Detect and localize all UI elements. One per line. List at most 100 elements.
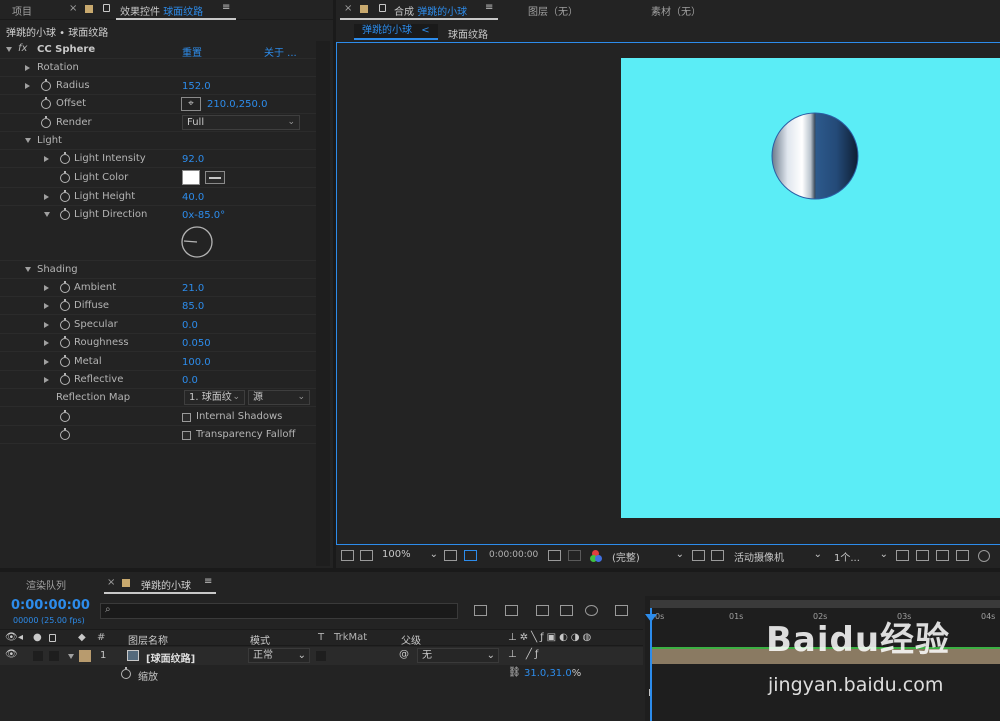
prop-specular[interactable]: Specular 0.0 [0, 316, 316, 334]
constrain-proportions-icon[interactable]: ⛓ [508, 667, 521, 678]
collapse-triangle-icon[interactable] [25, 267, 31, 272]
prop-reflective[interactable]: Reflective 0.0 [0, 371, 316, 389]
expand-triangle-icon[interactable] [44, 322, 49, 328]
collapse-triangle-icon[interactable] [25, 138, 31, 143]
prop-radius[interactable]: Radius 152.0 [0, 77, 316, 95]
tab-project[interactable]: 项目 [12, 3, 32, 18]
stopwatch-icon[interactable] [60, 299, 70, 311]
show-snapshot-icon[interactable] [568, 550, 581, 561]
camera-icon[interactable] [548, 550, 561, 561]
expand-triangle-icon[interactable] [44, 194, 49, 200]
prop-light-direction[interactable]: Light Direction 0x-85.0° [0, 206, 316, 261]
fast-preview-icon[interactable] [692, 550, 705, 561]
panel-menu-icon[interactable]: ≡ [204, 576, 212, 587]
pickwhip-icon[interactable]: @ [399, 649, 409, 660]
frame-blending-icon[interactable] [560, 605, 573, 616]
reset-link[interactable]: 重置 [182, 44, 202, 59]
metal-value[interactable]: 100.0 [182, 357, 211, 368]
prop-light-height[interactable]: Light Height 40.0 [0, 188, 316, 206]
stopwatch-icon[interactable] [60, 171, 70, 183]
preserve-transparency-toggle[interactable] [316, 651, 326, 661]
light-color-swatch[interactable] [182, 170, 200, 185]
comp-canvas[interactable] [621, 58, 1000, 518]
specular-value[interactable]: 0.0 [182, 320, 198, 331]
comp-viewer[interactable] [336, 42, 1000, 545]
fast-draft-icon[interactable] [916, 550, 929, 561]
close-icon[interactable]: × [344, 3, 352, 14]
playhead-handle-icon[interactable] [645, 614, 657, 622]
current-time-indicator[interactable] [650, 608, 652, 721]
grid-overlay-icon[interactable] [341, 550, 354, 561]
prop-light-color[interactable]: Light Color [0, 168, 316, 188]
expand-triangle-icon[interactable] [44, 377, 49, 383]
parent-select[interactable]: 无 ⌄ [417, 648, 499, 663]
expand-triangle-icon[interactable] [44, 340, 49, 346]
prop-offset[interactable]: Offset ⌖ 210.0,250.0 [0, 95, 316, 114]
tab-effect-controls[interactable]: 效果控件 球面纹路 [120, 3, 203, 18]
prop-render[interactable]: Render Full ⌄ [0, 114, 316, 132]
current-time-display[interactable]: 0:00:00:00 [11, 598, 90, 613]
tab-timeline-comp[interactable]: 弹跳的小球 [141, 577, 191, 592]
stopwatch-icon[interactable] [121, 667, 131, 679]
solo-icon[interactable]: ● [33, 632, 42, 643]
resolution-select[interactable]: (完整) ⌄ [612, 549, 684, 564]
render-select[interactable]: Full ⌄ [182, 115, 300, 130]
light-intensity-value[interactable]: 92.0 [182, 154, 204, 165]
close-icon[interactable]: × [107, 577, 115, 588]
expand-triangle-icon[interactable] [25, 83, 30, 89]
stopwatch-icon[interactable] [60, 373, 70, 385]
roughness-value[interactable]: 0.050 [182, 338, 211, 349]
reflective-value[interactable]: 0.0 [182, 375, 198, 386]
prop-group-light[interactable]: Light [0, 132, 316, 150]
light-height-value[interactable]: 40.0 [182, 192, 204, 203]
lock-icon[interactable] [103, 4, 110, 12]
monitor-icon[interactable] [360, 550, 373, 561]
prop-rotation[interactable]: Rotation [0, 59, 316, 77]
about-link[interactable]: 关于 ... [264, 44, 297, 59]
eye-icon[interactable]: 👁 [5, 632, 18, 643]
layer-search-input[interactable]: ⌕ [100, 603, 458, 619]
stopwatch-icon[interactable] [60, 208, 70, 220]
panel-menu-icon[interactable]: ≡ [485, 2, 493, 13]
col-mode[interactable]: 模式 [250, 632, 270, 647]
breadcrumb-next[interactable]: 球面纹路 [448, 26, 488, 41]
angle-dial-icon[interactable] [180, 225, 214, 259]
stopwatch-icon[interactable] [60, 410, 70, 422]
lock-icon[interactable] [379, 4, 386, 12]
expand-triangle-icon[interactable] [44, 285, 49, 291]
tab-render-queue[interactable]: 渲染队列 [26, 577, 66, 592]
ambient-value[interactable]: 21.0 [182, 283, 204, 294]
visibility-eye-icon[interactable]: 👁 [5, 649, 18, 660]
transparency-grid-icon[interactable] [711, 550, 724, 561]
layer-name[interactable]: [球面纹路] [146, 650, 195, 665]
diffuse-value[interactable]: 85.0 [182, 301, 204, 312]
stopwatch-icon[interactable] [41, 97, 51, 109]
eyedropper-icon[interactable] [205, 171, 225, 184]
reflection-map-layer-select[interactable]: 1. 球面纹 ⌄ [184, 390, 245, 405]
mode-select[interactable]: 正常 ⌄ [248, 648, 310, 663]
tab-composition[interactable]: 合成 弹跳的小球 [394, 3, 467, 18]
audio-icon[interactable]: ◂ [18, 632, 23, 643]
collapse-triangle-icon[interactable] [6, 47, 12, 52]
stopwatch-icon[interactable] [41, 79, 51, 91]
fx-icon[interactable]: fx [18, 43, 27, 54]
scale-property-row[interactable]: 缩放 ⛓ 31.0,31.0% [0, 665, 643, 683]
crosshair-icon[interactable]: ⌖ [181, 97, 201, 111]
tab-footage[interactable]: 素材（无） [651, 3, 701, 18]
graph-editor-icon[interactable] [615, 605, 628, 616]
work-area-bar[interactable] [650, 600, 1000, 608]
stopwatch-icon[interactable] [60, 428, 70, 440]
panel-menu-icon[interactable]: ≡ [222, 2, 230, 13]
stopwatch-icon[interactable] [60, 355, 70, 367]
color-channels-icon[interactable] [590, 550, 602, 562]
breadcrumb-active[interactable]: 弹跳的小球 < [354, 24, 438, 40]
stopwatch-icon[interactable] [60, 336, 70, 348]
prop-roughness[interactable]: Roughness 0.050 [0, 334, 316, 352]
prop-reflection-map[interactable]: Reflection Map 1. 球面纹 ⌄ 源 ⌄ [0, 389, 316, 407]
stopwatch-icon[interactable] [41, 116, 51, 128]
offset-value[interactable]: 210.0,250.0 [207, 99, 267, 110]
layer-label-color[interactable] [79, 650, 91, 662]
draft-3d-icon[interactable] [505, 605, 518, 616]
toggle-pixel-aspect-icon[interactable] [896, 550, 909, 561]
motion-blur-icon[interactable] [585, 605, 598, 616]
